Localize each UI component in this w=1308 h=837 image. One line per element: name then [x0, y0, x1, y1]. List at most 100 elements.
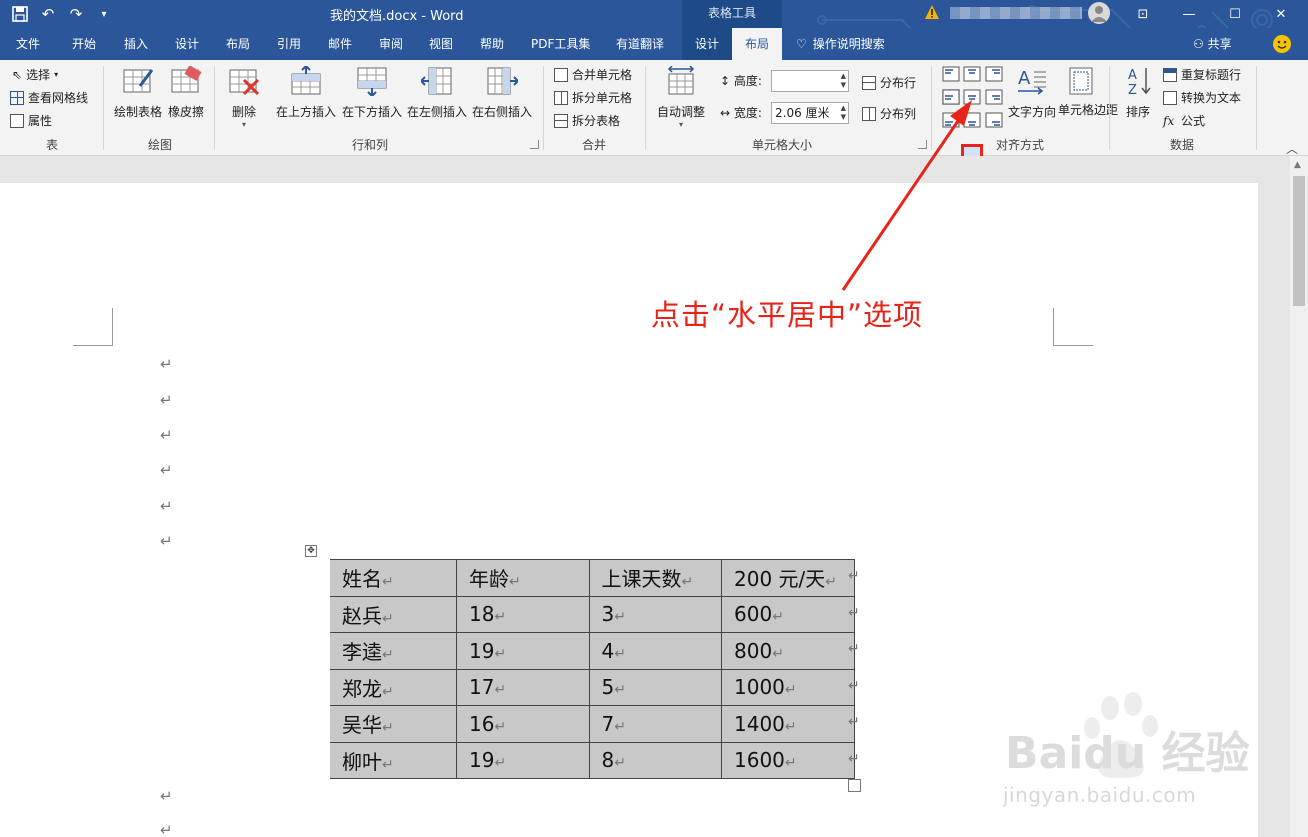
table-cell[interactable]: 5↵ [588, 668, 722, 706]
table-cell[interactable]: 姓名↵ [318, 559, 457, 597]
distribute-rows-button[interactable]: 分布行 [862, 74, 916, 91]
align-center-icon[interactable] [963, 89, 981, 105]
scrollbar-thumb[interactable] [1293, 176, 1305, 306]
tab-help[interactable]: 帮助 [476, 28, 508, 60]
maximize-icon[interactable]: ☐ [1212, 0, 1258, 28]
minimize-icon[interactable]: — [1166, 0, 1212, 28]
group-label-alignment: 对齐方式 [995, 138, 1044, 152]
align-bottom-center-icon[interactable] [963, 112, 981, 128]
repeat-header-button[interactable]: 重复标题行 [1163, 66, 1241, 83]
tab-file[interactable]: 文件 [12, 28, 44, 60]
table-move-handle-icon[interactable]: ✥ [305, 545, 317, 557]
table-cell[interactable]: 800↵ [721, 632, 855, 670]
height-input[interactable]: ▲ ▼ [771, 70, 849, 92]
spinner-arrows-icon[interactable]: ▲ ▼ [841, 72, 846, 90]
align-center-left-icon[interactable] [942, 89, 960, 105]
table-cell[interactable]: 18↵ [456, 595, 590, 633]
convert-to-text-button[interactable]: 转换为文本 [1163, 89, 1241, 106]
ribbon-display-options-icon[interactable]: ⊡ [1120, 0, 1166, 28]
table-cell[interactable]: 19↵ [456, 632, 590, 670]
tab-youdao[interactable]: 有道翻译 [612, 28, 668, 60]
align-center-right-icon[interactable] [985, 89, 1003, 105]
tab-insert[interactable]: 插入 [120, 28, 152, 60]
split-table-button[interactable]: 拆分表格 [554, 112, 620, 129]
table-cell[interactable]: 李逵↵ [318, 632, 457, 670]
insert-right-button[interactable]: 在右侧插入 [470, 66, 534, 120]
tell-me-search[interactable]: ♡ 操作说明搜索 [796, 28, 885, 60]
tab-table-design[interactable]: 设计 [682, 28, 732, 60]
table-cell[interactable]: 19↵ [456, 741, 590, 779]
align-top-left-icon[interactable] [942, 66, 960, 82]
save-icon[interactable] [8, 3, 32, 25]
align-top-right-icon[interactable] [985, 66, 1003, 82]
customize-qat-icon[interactable]: ▾ [92, 3, 116, 25]
tab-pdf-tools[interactable]: PDF工具集 [527, 28, 594, 60]
table-cell[interactable]: 200 元/天↵ [721, 559, 855, 597]
tab-design[interactable]: 设计 [171, 28, 203, 60]
delete-label: 删除 [231, 105, 256, 119]
feedback-smiley-icon[interactable] [1273, 35, 1291, 53]
cell-size-dialog-launcher-icon[interactable] [918, 140, 927, 149]
autofit-button[interactable]: 自动调整 ▾ [654, 65, 708, 129]
table-cell[interactable]: 1600↵ [721, 741, 855, 779]
table-cell[interactable]: 7↵ [588, 705, 722, 743]
user-avatar[interactable] [1088, 2, 1110, 24]
rows-cols-dialog-launcher-icon[interactable] [530, 140, 539, 149]
tab-layout[interactable]: 布局 [222, 28, 254, 60]
spinner-arrows-icon[interactable]: ▲ ▼ [841, 104, 846, 122]
draw-table-icon [123, 69, 154, 93]
table-cell[interactable]: 600↵ [721, 595, 855, 633]
paragraph-mark: ↵ [160, 787, 173, 805]
sort-button[interactable]: AZ 排序 [1118, 66, 1158, 120]
align-bottom-left-icon[interactable] [942, 112, 960, 128]
table-cell[interactable]: 年龄↵ [456, 559, 590, 597]
align-bottom-right-icon[interactable] [985, 112, 1003, 128]
table-cell[interactable]: 3↵ [588, 595, 722, 633]
undo-icon[interactable]: ↶ [36, 3, 60, 25]
delete-button[interactable]: 删除 ▾ [222, 66, 266, 129]
formula-button[interactable]: fx 公式 [1163, 112, 1205, 129]
table-cell[interactable]: 柳叶↵ [318, 741, 457, 779]
collapse-ribbon-icon[interactable]: ︿ [1286, 140, 1298, 157]
table-cell[interactable]: 吴华↵ [318, 705, 457, 743]
insert-below-button[interactable]: 在下方插入 [340, 66, 404, 120]
table-cell[interactable]: 1000↵ [721, 668, 855, 706]
tab-view[interactable]: 视图 [425, 28, 457, 60]
insert-above-button[interactable]: 在上方插入 [274, 64, 338, 120]
select-button[interactable]: ⇖ 选择 ▾ [12, 66, 58, 83]
merge-cells-button[interactable]: 合并单元格 [554, 66, 632, 83]
scroll-up-icon[interactable]: ▲ [1294, 160, 1301, 170]
redo-icon[interactable]: ↷ [64, 3, 88, 25]
insert-left-button[interactable]: 在左侧插入 [405, 66, 469, 120]
close-icon[interactable]: ✕ [1258, 0, 1304, 28]
text-direction-button[interactable]: A 文字方向 [1006, 66, 1058, 120]
tab-home[interactable]: 开始 [68, 28, 100, 60]
table-cell[interactable]: 17↵ [456, 668, 590, 706]
table-cell[interactable]: 1400↵ [721, 705, 855, 743]
table-cell[interactable]: 郑龙↵ [318, 668, 457, 706]
table-row: 吴华↵ 16↵ 7↵ 1400↵ [318, 705, 855, 743]
view-gridlines-button[interactable]: 查看网格线 [10, 89, 88, 106]
user-name-blurred[interactable] [950, 7, 1082, 19]
split-cells-button[interactable]: 拆分单元格 [554, 89, 632, 106]
distribute-cols-button[interactable]: 分布列 [862, 105, 916, 122]
table-cell[interactable]: 8↵ [588, 741, 722, 779]
width-input[interactable]: 2.06 厘米 ▲ ▼ [771, 102, 849, 124]
table-cell[interactable]: 4↵ [588, 632, 722, 670]
tab-table-layout[interactable]: 布局 [732, 28, 782, 60]
share-button[interactable]: ⚇ 共享 [1193, 28, 1232, 60]
table-cell[interactable]: 赵兵↵ [318, 595, 457, 633]
eraser-button[interactable]: 橡皮擦 [166, 65, 206, 120]
vertical-scrollbar[interactable]: ▲ [1290, 156, 1308, 837]
tab-review[interactable]: 审阅 [375, 28, 407, 60]
properties-button[interactable]: 属性 [10, 112, 52, 129]
tab-mailings[interactable]: 邮件 [324, 28, 356, 60]
table-cell[interactable]: 上课天数↵ [588, 559, 722, 597]
table-cell[interactable]: 16↵ [456, 705, 590, 743]
align-top-center-icon[interactable] [963, 66, 981, 82]
draw-table-button[interactable]: 绘制表格 [112, 66, 164, 120]
warning-icon[interactable] [924, 4, 940, 20]
tab-references[interactable]: 引用 [273, 28, 305, 60]
cell-margins-button[interactable]: 单元格边距 [1058, 66, 1118, 117]
table-resize-handle-icon[interactable] [848, 779, 861, 792]
